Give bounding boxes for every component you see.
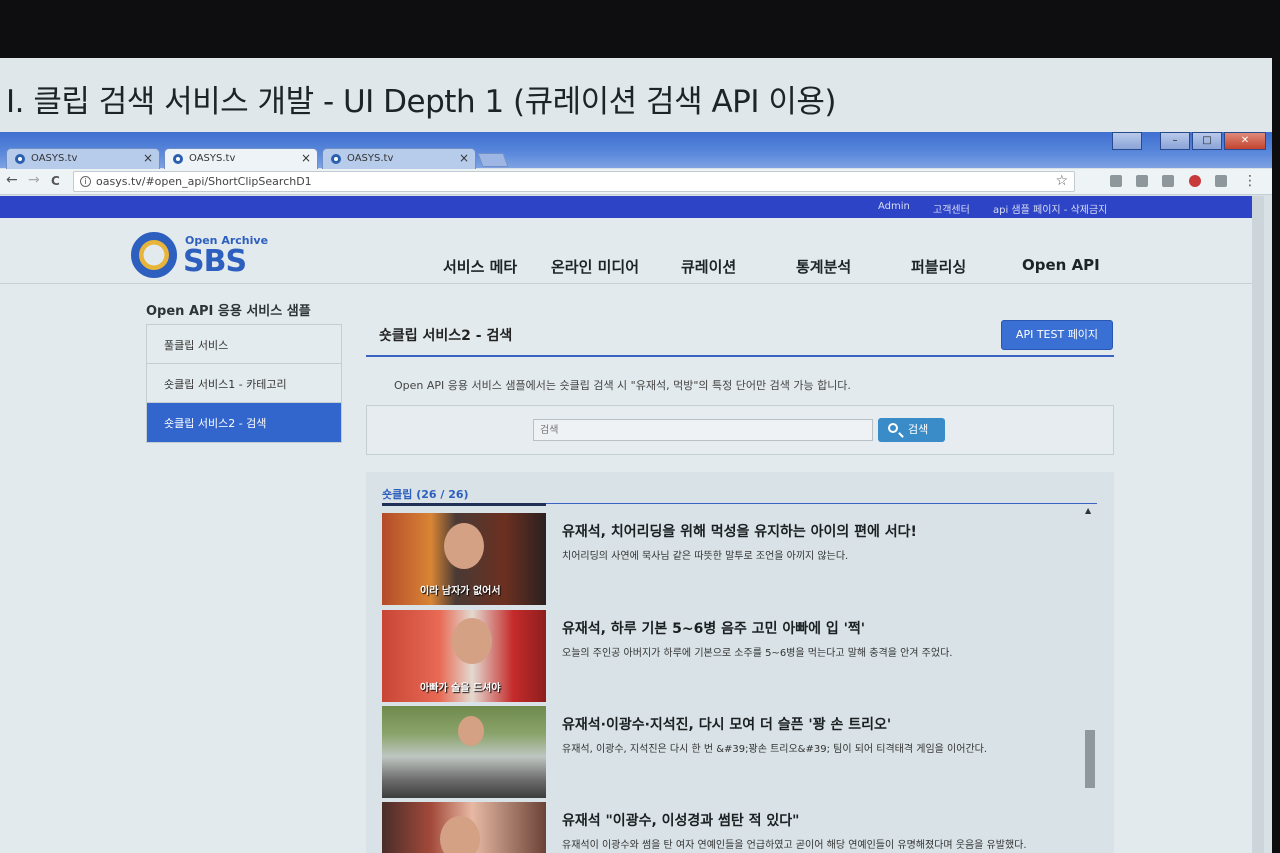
- clip-description: 유재석이 이광수와 썸을 탄 여자 연예인들을 언급하였고 곧이어 해당 연예인…: [562, 840, 1027, 851]
- url-text: oasys.tv/#open_api/ShortClipSearchD1: [96, 175, 312, 188]
- gnb-open-api[interactable]: Open API: [1022, 256, 1100, 274]
- clip-title[interactable]: 유재석·이광수·지석진, 다시 모여 더 슬픈 '꽝 손 트리오': [562, 714, 891, 734]
- gnb-curation[interactable]: 큐레이션: [681, 256, 736, 277]
- tab-label: OASYS.tv: [31, 153, 78, 164]
- minimize-icon[interactable]: –: [1160, 132, 1190, 150]
- results-count: 숏클립 (26 / 26): [382, 488, 469, 501]
- search-button-label: 검색: [908, 423, 929, 436]
- browser-tab-1[interactable]: OASYS.tv ×: [6, 148, 160, 169]
- thumbnail-face: [452, 618, 492, 664]
- screen-top-bezel: [0, 0, 1280, 62]
- back-arrow-icon[interactable]: ←: [6, 172, 18, 188]
- results-divider-accent: [382, 503, 546, 506]
- tab-close-icon[interactable]: ×: [143, 151, 153, 165]
- oasys-favicon-icon: [15, 154, 25, 164]
- list-item[interactable]: 유재석·이광수·지석진, 다시 모여 더 슬픈 '꽝 손 트리오' 유재석, 이…: [382, 706, 1082, 798]
- forward-arrow-icon[interactable]: →: [28, 172, 40, 188]
- presentation-slide: I. 클립 검색 서비스 개발 - UI Depth 1 (큐레이션 검색 AP…: [0, 58, 1272, 853]
- extension-icon[interactable]: [1189, 175, 1201, 187]
- extension-icon[interactable]: [1215, 175, 1227, 187]
- clip-thumbnail[interactable]: 이라 남자가 없어서: [382, 513, 546, 605]
- new-tab-button[interactable]: [477, 153, 509, 167]
- clip-description: 오늘의 주인공 아버지가 하루에 기본으로 소주를 5~6병을 먹는다고 말해 …: [562, 648, 953, 659]
- maximize-icon[interactable]: □: [1192, 132, 1222, 150]
- util-link-support[interactable]: 고객센터: [933, 201, 970, 216]
- extension-icon[interactable]: [1110, 175, 1122, 187]
- tab-label: OASYS.tv: [347, 153, 394, 164]
- site-info-icon[interactable]: i: [80, 176, 91, 187]
- content-title: 숏클립 서비스2 - 검색: [379, 328, 513, 344]
- clip-title[interactable]: 유재석, 치어리딩을 위해 먹성을 유지하는 아이의 편에 서다!: [562, 521, 917, 541]
- util-link-admin[interactable]: Admin: [878, 201, 910, 212]
- page-viewport: Admin 고객센터 api 샘플 페이지 - 삭제금지 Open Archiv…: [0, 196, 1252, 853]
- browser-window: – □ ✕ OASYS.tv × OASYS.tv × OASYS.tv × ←…: [0, 132, 1272, 853]
- clip-thumbnail[interactable]: [382, 706, 546, 798]
- oasys-favicon-icon: [331, 154, 341, 164]
- utility-bar: Admin 고객센터 api 샘플 페이지 - 삭제금지: [0, 196, 1252, 218]
- search-panel: 검색: [366, 405, 1114, 455]
- clip-description: 유재석, 이광수, 지석진은 다시 한 번 &#39;꽝손 트리오&#39; 팀…: [562, 744, 988, 755]
- util-link-api-sample[interactable]: api 샘플 페이지 - 삭제금지: [993, 201, 1107, 216]
- sidebar-item-short-clip-category[interactable]: 숏클립 서비스1 - 카테고리: [147, 364, 341, 403]
- logo-text[interactable]: SBS: [183, 244, 247, 279]
- menu-kebab-icon[interactable]: ⋮: [1243, 173, 1257, 189]
- sidebar-title: Open API 응용 서비스 샘플: [146, 304, 311, 319]
- list-item[interactable]: 이라 남자가 없어서 유재석, 치어리딩을 위해 먹성을 유지하는 아이의 편에…: [382, 513, 1082, 605]
- tab-strip: OASYS.tv × OASYS.tv × OASYS.tv ×: [6, 148, 509, 169]
- close-icon[interactable]: ✕: [1224, 132, 1266, 150]
- scroll-up-arrow-icon[interactable]: ▲: [1085, 506, 1091, 515]
- slide-title: I. 클립 검색 서비스 개발 - UI Depth 1 (큐레이션 검색 AP…: [6, 84, 836, 120]
- tab-label: OASYS.tv: [189, 153, 236, 164]
- search-input[interactable]: [533, 419, 873, 441]
- sidebar-menu: 풀클립 서비스 숏클립 서비스1 - 카테고리 숏클립 서비스2 - 검색: [146, 324, 342, 443]
- results-scrollbar-thumb[interactable]: [1085, 730, 1095, 788]
- thumbnail-face: [458, 716, 484, 746]
- thumbnail-face: [444, 523, 484, 569]
- bookmark-star-icon[interactable]: ☆: [1055, 173, 1068, 189]
- window-profile-button[interactable]: [1112, 132, 1142, 150]
- search-icon: [888, 423, 898, 433]
- browser-tab-3[interactable]: OASYS.tv ×: [322, 148, 476, 169]
- site-header: Open Archive SBS 서비스 메타 온라인 미디어 큐레이션 통계분…: [0, 218, 1252, 284]
- clip-thumbnail[interactable]: [382, 802, 546, 853]
- oasys-favicon-icon: [173, 154, 183, 164]
- browser-tab-2[interactable]: OASYS.tv ×: [164, 148, 318, 169]
- sidebar-item-full-clip[interactable]: 풀클립 서비스: [147, 325, 341, 364]
- window-titlebar: – □ ✕ OASYS.tv × OASYS.tv × OASYS.tv ×: [0, 132, 1272, 169]
- gnb-online-media[interactable]: 온라인 미디어: [551, 256, 639, 277]
- list-item[interactable]: 아빠가 술을 드셔야 유재석, 하루 기본 5~6병 음주 고민 아빠에 입 '…: [382, 610, 1082, 702]
- service-description: Open API 응용 서비스 샘플에서는 숏클립 검색 시 "유재석, 먹방"…: [394, 379, 851, 392]
- gnb-statistics[interactable]: 통계분석: [796, 256, 851, 277]
- tab-close-icon[interactable]: ×: [301, 151, 311, 165]
- page-scrollbar[interactable]: [1252, 196, 1264, 853]
- list-item[interactable]: 유재석 "이광수, 이성경과 썸탄 적 있다" 유재석이 이광수와 썸을 탄 여…: [382, 802, 1082, 853]
- search-button[interactable]: 검색: [878, 418, 945, 442]
- reload-icon[interactable]: C: [51, 174, 60, 188]
- extension-icon[interactable]: [1162, 175, 1174, 187]
- extension-icon[interactable]: [1136, 175, 1148, 187]
- thumbnail-caption: 이라 남자가 없어서: [420, 586, 501, 597]
- sidebar-item-short-clip-search[interactable]: 숏클립 서비스2 - 검색: [147, 403, 341, 442]
- clip-thumbnail[interactable]: 아빠가 술을 드셔야: [382, 610, 546, 702]
- clip-title[interactable]: 유재석 "이광수, 이성경과 썸탄 적 있다": [562, 810, 799, 830]
- address-bar[interactable]: i oasys.tv/#open_api/ShortClipSearchD1 ☆: [73, 171, 1075, 192]
- clip-title[interactable]: 유재석, 하루 기본 5~6병 음주 고민 아빠에 입 '쩍': [562, 618, 865, 638]
- gnb-publishing[interactable]: 퍼블리싱: [911, 256, 966, 277]
- thumbnail-caption: 아빠가 술을 드셔야: [420, 683, 501, 694]
- gnb-service-meta[interactable]: 서비스 메타: [443, 256, 517, 277]
- title-divider: [366, 355, 1114, 357]
- tab-close-icon[interactable]: ×: [459, 151, 469, 165]
- browser-toolbar: ← → C i oasys.tv/#open_api/ShortClipSear…: [0, 169, 1272, 195]
- results-panel: 숏클립 (26 / 26) ▲ 이라 남자가 없어서 유재석, 치어리딩을 위해…: [366, 472, 1114, 853]
- clip-description: 치어리딩의 사연에 묵사님 같은 따뜻한 말투로 조언을 아끼지 않는다.: [562, 551, 849, 562]
- thumbnail-face: [440, 816, 480, 853]
- api-test-page-button[interactable]: API TEST 페이지: [1001, 320, 1113, 350]
- sbs-logo-icon[interactable]: [131, 232, 177, 278]
- window-controls: – □ ✕: [1112, 132, 1266, 150]
